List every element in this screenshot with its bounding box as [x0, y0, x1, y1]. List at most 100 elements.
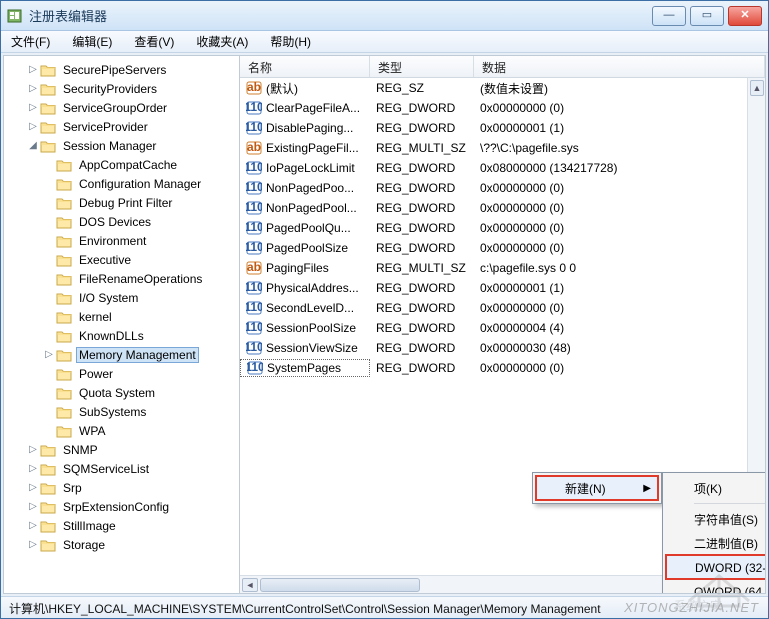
list-row[interactable]: SystemPages REG_DWORD 0x00000000 (0) — [240, 358, 765, 378]
tree-node[interactable]: ▷ SecurityProviders — [10, 79, 239, 98]
tree-node[interactable]: Environment — [10, 231, 239, 250]
folder-icon — [56, 348, 72, 362]
tree-node[interactable]: ▷ ServiceGroupOrder — [10, 98, 239, 117]
tree-node-label: WPA — [76, 424, 108, 438]
tree-node-label: Configuration Manager — [76, 177, 204, 191]
tree-twisty-icon[interactable]: ▷ — [26, 121, 40, 132]
tree-node[interactable]: Power — [10, 364, 239, 383]
tree-node[interactable]: ▷ SQMServiceList — [10, 459, 239, 478]
tree-node[interactable]: ◢ Session Manager — [10, 136, 239, 155]
tree-twisty-icon[interactable]: ▷ — [26, 64, 40, 75]
maximize-button[interactable]: ▭ — [690, 6, 724, 26]
value-type: REG_MULTI_SZ — [370, 261, 474, 275]
tree-twisty-icon[interactable]: ▷ — [26, 539, 40, 550]
list-row[interactable]: PagedPoolQu... REG_DWORD 0x00000000 (0) — [240, 218, 765, 238]
value-name: NonPagedPool... — [266, 201, 357, 215]
tree-node[interactable]: ▷ Srp — [10, 478, 239, 497]
tree-twisty-icon[interactable]: ▷ — [26, 520, 40, 531]
scroll-left-icon[interactable]: ◄ — [242, 578, 258, 592]
tree-node[interactable]: DOS Devices — [10, 212, 239, 231]
list-row[interactable]: SessionPoolSize REG_DWORD 0x00000004 (4) — [240, 318, 765, 338]
list-row[interactable]: (默认) REG_SZ (数值未设置) — [240, 78, 765, 98]
tree-twisty-icon[interactable]: ▷ — [26, 83, 40, 94]
list-row[interactable]: SessionViewSize REG_DWORD 0x00000030 (48… — [240, 338, 765, 358]
tree-node[interactable]: ▷ ServiceProvider — [10, 117, 239, 136]
value-data: 0x00000000 (0) — [474, 101, 765, 115]
tree-node[interactable]: Quota System — [10, 383, 239, 402]
tree-twisty-icon[interactable]: ▷ — [26, 102, 40, 113]
menu-file[interactable]: 文件(F) — [5, 31, 56, 52]
value-type: REG_SZ — [370, 81, 474, 95]
tree-node[interactable]: KnownDLLs — [10, 326, 239, 345]
ctx-sub-item[interactable]: 字符串值(S) — [666, 507, 765, 531]
list-row[interactable]: PagedPoolSize REG_DWORD 0x00000000 (0) — [240, 238, 765, 258]
tree-node[interactable]: ▷ Storage — [10, 535, 239, 554]
list-row[interactable]: ExistingPageFil... REG_MULTI_SZ \??\C:\p… — [240, 138, 765, 158]
tree-twisty-icon[interactable]: ▷ — [26, 482, 40, 493]
value-data: 0x00000000 (0) — [474, 361, 765, 375]
ctx-sub-item[interactable]: 二进制值(B) — [666, 531, 765, 555]
scroll-up-icon[interactable]: ▲ — [750, 80, 764, 96]
col-header-name[interactable]: 名称 — [240, 56, 370, 77]
tree-node[interactable]: ▷ SrpExtensionConfig — [10, 497, 239, 516]
tree-node[interactable]: FileRenameOperations — [10, 269, 239, 288]
ctx-new[interactable]: 新建(N) ▶ — [536, 476, 658, 500]
tree-node-label: Debug Print Filter — [76, 196, 175, 210]
list-row[interactable]: IoPageLockLimit REG_DWORD 0x08000000 (13… — [240, 158, 765, 178]
minimize-button[interactable]: — — [652, 6, 686, 26]
folder-icon — [56, 405, 72, 419]
col-header-type[interactable]: 类型 — [370, 56, 474, 77]
folder-icon — [56, 291, 72, 305]
value-name-cell: PagedPoolQu... — [240, 220, 370, 236]
tree-twisty-icon[interactable]: ▷ — [26, 501, 40, 512]
scroll-thumb[interactable] — [260, 578, 420, 592]
tree-node[interactable]: ▷ SecurePipeServers — [10, 60, 239, 79]
list-header: 名称 类型 数据 — [240, 56, 765, 78]
value-data: 0x00000000 (0) — [474, 221, 765, 235]
tree-node[interactable]: Executive — [10, 250, 239, 269]
list-row[interactable]: ClearPageFileA... REG_DWORD 0x00000000 (… — [240, 98, 765, 118]
list-row[interactable]: NonPagedPoo... REG_DWORD 0x00000000 (0) — [240, 178, 765, 198]
value-name: PhysicalAddres... — [266, 281, 359, 295]
value-name: SessionViewSize — [266, 341, 358, 355]
menu-bar: 文件(F) 编辑(E) 查看(V) 收藏夹(A) 帮助(H) — [1, 31, 768, 53]
list-row[interactable]: SecondLevelD... REG_DWORD 0x00000000 (0) — [240, 298, 765, 318]
tree-twisty-icon[interactable]: ▷ — [42, 349, 56, 360]
folder-icon — [56, 234, 72, 248]
tree-twisty-icon[interactable]: ▷ — [26, 463, 40, 474]
list-row[interactable]: PhysicalAddres... REG_DWORD 0x00000001 (… — [240, 278, 765, 298]
menu-edit[interactable]: 编辑(E) — [66, 31, 118, 52]
ctx-sub-label: QWORD (64 位)值(Q) — [694, 583, 765, 594]
tree-node[interactable]: AppCompatCache — [10, 155, 239, 174]
ctx-sub-item[interactable]: 项(K) — [666, 476, 765, 500]
tree-pane[interactable]: ▷ SecurePipeServers ▷ SecurityProviders … — [4, 56, 240, 593]
folder-icon — [56, 367, 72, 381]
tree-node[interactable]: I/O System — [10, 288, 239, 307]
tree-twisty-icon[interactable]: ◢ — [26, 140, 40, 151]
tree-node[interactable]: kernel — [10, 307, 239, 326]
tree-node[interactable]: SubSystems — [10, 402, 239, 421]
list-row[interactable]: NonPagedPool... REG_DWORD 0x00000000 (0) — [240, 198, 765, 218]
ctx-sub-item[interactable]: DWORD (32-位)值(D) — [666, 555, 765, 579]
tree-node[interactable]: WPA — [10, 421, 239, 440]
ctx-sub-item[interactable]: QWORD (64 位)值(Q) — [666, 579, 765, 593]
menu-view[interactable]: 查看(V) — [128, 31, 180, 52]
value-name-cell: (默认) — [240, 80, 370, 97]
dword-value-icon — [246, 100, 262, 116]
col-header-data[interactable]: 数据 — [474, 56, 765, 77]
list-row[interactable]: DisablePaging... REG_DWORD 0x00000001 (1… — [240, 118, 765, 138]
string-value-icon — [246, 140, 262, 156]
tree-node[interactable]: ▷ StillImage — [10, 516, 239, 535]
tree-node[interactable]: Configuration Manager — [10, 174, 239, 193]
value-type: REG_DWORD — [370, 301, 474, 315]
tree-node[interactable]: Debug Print Filter — [10, 193, 239, 212]
tree-node[interactable]: ▷ SNMP — [10, 440, 239, 459]
tree-twisty-icon[interactable]: ▷ — [26, 444, 40, 455]
close-button[interactable]: ✕ — [728, 6, 762, 26]
tree-node[interactable]: ▷ Memory Management — [10, 345, 239, 364]
menu-fav[interactable]: 收藏夹(A) — [190, 31, 254, 52]
list-row[interactable]: PagingFiles REG_MULTI_SZ c:\pagefile.sys… — [240, 258, 765, 278]
menu-help[interactable]: 帮助(H) — [264, 31, 317, 52]
tree-node-label: StillImage — [60, 519, 119, 533]
folder-icon — [56, 424, 72, 438]
